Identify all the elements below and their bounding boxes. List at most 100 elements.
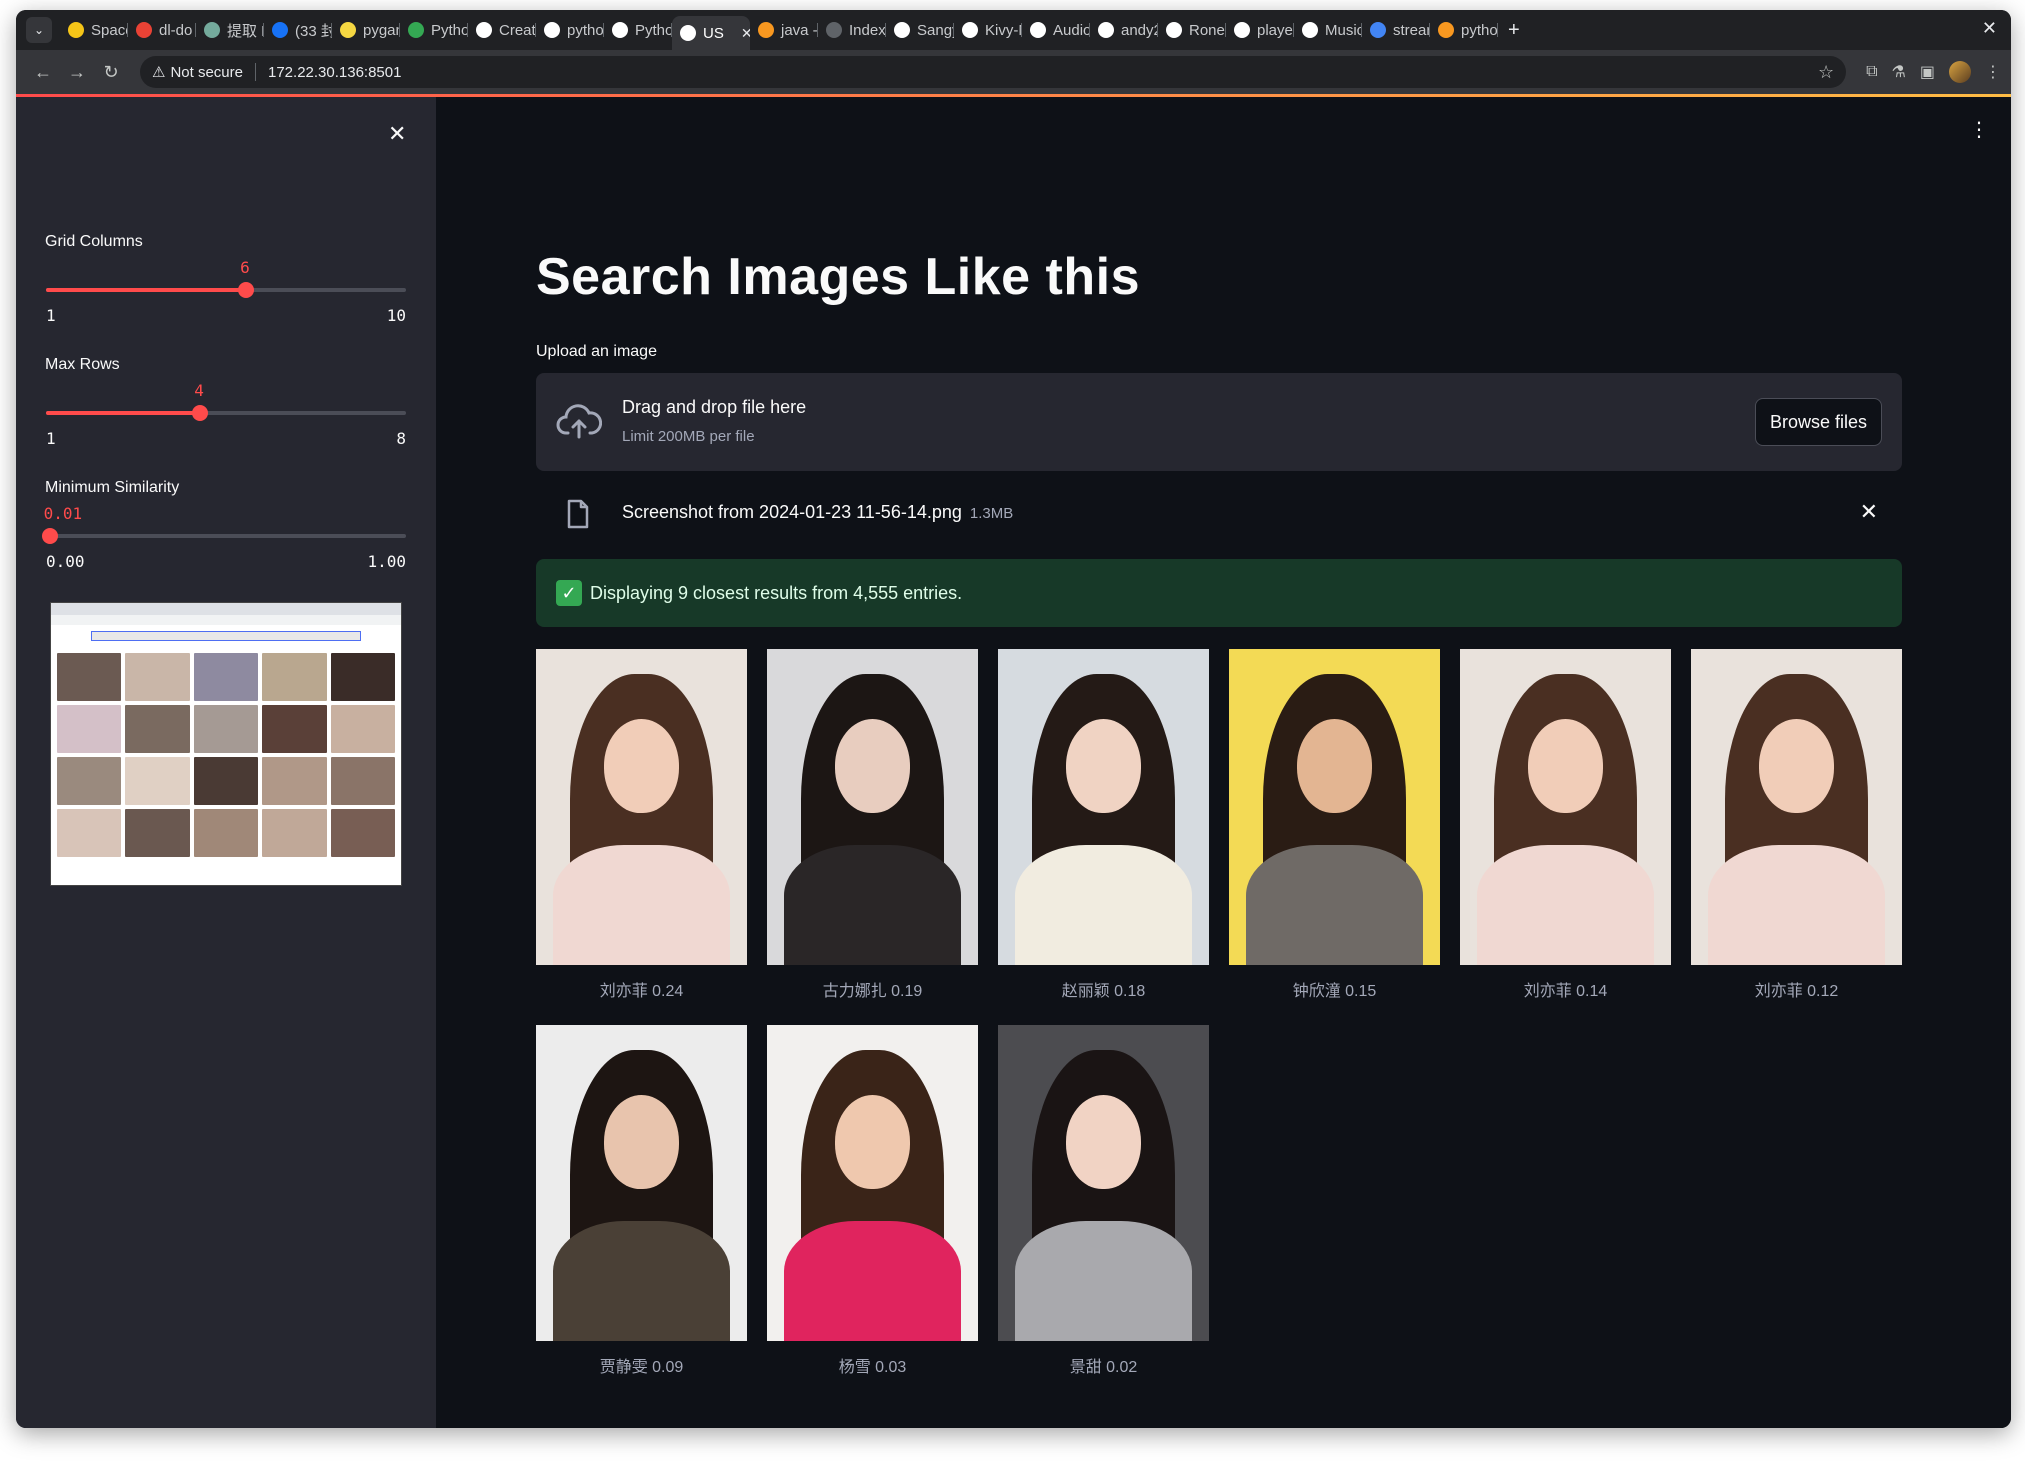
photo-body (1014, 1220, 1193, 1341)
browser-tab[interactable]: Sangy (886, 15, 954, 45)
slider-thumb[interactable] (41, 528, 58, 544)
app-menu-icon[interactable]: ⋮ (1969, 117, 1989, 142)
browser-tab[interactable]: pygan (332, 15, 400, 45)
window-close-icon[interactable]: ✕ (1982, 18, 1997, 39)
browser-tab[interactable]: strear (1362, 15, 1430, 45)
profile-avatar[interactable] (1949, 61, 1971, 83)
grid-columns-max: 10 (386, 306, 406, 325)
github-icon (962, 22, 978, 38)
forward-icon[interactable]: → (60, 55, 94, 89)
not-secure-chip[interactable]: ⚠ Not secure (152, 63, 256, 81)
slider-thumb[interactable] (238, 282, 255, 298)
tab-search-icon[interactable]: ⌄ (26, 17, 52, 43)
preview-thumbnail (125, 757, 190, 805)
min-similarity-slider[interactable]: 0.01 (41, 504, 406, 544)
back-icon[interactable]: ← (26, 55, 60, 89)
photo-face (1296, 718, 1373, 814)
preview-thumbnail (57, 757, 122, 805)
uploaded-file-row: Screenshot from 2024-01-23 11-56-14.png 1… (536, 489, 1902, 539)
tab-label: Audio (1053, 21, 1090, 39)
reload-icon[interactable]: ↻ (94, 55, 128, 89)
max-rows-slider[interactable]: 4 (46, 381, 406, 421)
extensions-icon[interactable]: ⧉ (1866, 63, 1877, 81)
browser-tab[interactable]: Space (60, 15, 128, 45)
blank-icon (826, 22, 842, 38)
java-icon (758, 22, 774, 38)
tab-label: pytho (567, 21, 604, 39)
browser-tab[interactable]: andy2 (1090, 15, 1158, 45)
github-icon (1098, 22, 1114, 38)
slider-thumb[interactable] (192, 405, 209, 421)
browser-tab[interactable]: Creat (468, 15, 536, 45)
file-dropzone[interactable]: Drag and drop file here Limit 200MB per … (536, 373, 1902, 471)
photo-body (1014, 844, 1193, 965)
browser-menu-icon[interactable]: ⋮ (1985, 62, 2001, 82)
browser-tab[interactable]: dl-do (128, 15, 196, 45)
preview-thumbnail (125, 705, 190, 753)
new-tab-icon[interactable]: + (1498, 19, 1530, 42)
photo-body (1476, 844, 1655, 965)
browser-tab[interactable]: Pytho (400, 15, 468, 45)
result-card: 古力娜扎 0.19 (767, 649, 978, 1001)
github-icon (612, 22, 628, 38)
remove-file-icon[interactable]: ✕ (1860, 499, 1878, 525)
browser-tab[interactable]: 提取 N (196, 15, 264, 45)
address-bar[interactable]: ⚠ Not secure 172.22.30.136:8501 ☆ (140, 56, 1847, 88)
preview-thumbnail (262, 653, 327, 701)
tab-label: (33 封 (295, 22, 332, 40)
tab-label: pygan (363, 21, 400, 39)
dropzone-instructions: Drag and drop file here (622, 397, 807, 417)
browser-tab[interactable]: pytho (536, 15, 604, 45)
preview-thumbnail (262, 809, 327, 857)
browser-tab[interactable]: player (1226, 15, 1294, 45)
hf-icon (68, 22, 84, 38)
toolbar-actions: ⧉ ⚗ ▣ ⋮ (1866, 61, 2001, 83)
tab-label: Kivy-N (985, 21, 1022, 39)
tab-label: Pytho (431, 21, 468, 39)
tab-label: Index (849, 21, 886, 39)
photo-face (603, 718, 680, 814)
bookmark-star-icon[interactable]: ☆ (1818, 62, 1834, 83)
preview-searchbox (91, 631, 361, 641)
google-icon (1370, 22, 1386, 38)
browser-tab[interactable]: Audio (1022, 15, 1090, 45)
tab-label: dl-do (159, 21, 193, 39)
photo-face (834, 1094, 911, 1190)
browser-tab[interactable]: java - (750, 15, 818, 45)
dots-icon (408, 22, 424, 38)
tab-close-icon[interactable]: ✕ (741, 25, 750, 42)
preview-thumbnail (193, 653, 259, 701)
side-panel-icon[interactable]: ▣ (1920, 62, 1935, 82)
browser-tab[interactable]: Kivy-N (954, 15, 1022, 45)
cloud-upload-icon (556, 404, 602, 439)
result-caption: 景甜 0.02 (1069, 1359, 1138, 1376)
result-card: 刘亦菲 0.12 (1691, 649, 1902, 1001)
tab-list: Space dl-do 提取 N (33 封 pygan Pytho Creat pytho P… (60, 10, 1498, 50)
result-photo (767, 1025, 978, 1341)
preview-thumbnail (57, 653, 122, 701)
browser-tab[interactable]: Ronel (1158, 15, 1226, 45)
browser-tab[interactable]: Pytho (604, 15, 672, 45)
result-card: 杨雪 0.03 (767, 1025, 978, 1377)
preview-thumbnail (330, 809, 395, 857)
browse-files-button[interactable]: Browse files (1754, 398, 1882, 446)
labs-icon[interactable]: ⚗ (1892, 62, 1906, 82)
sidebar-close-icon[interactable]: ✕ (388, 121, 406, 147)
max-rows-max: 8 (396, 429, 406, 448)
github-icon (1302, 22, 1318, 38)
browser-tab[interactable]: Index (818, 15, 886, 45)
result-card: 景甜 0.02 (998, 1025, 1209, 1377)
result-photo (1460, 649, 1671, 965)
success-alert: ✓ Displaying 9 closest results from 4,55… (536, 559, 1902, 627)
preview-thumbnail (330, 705, 395, 753)
browser-tab[interactable]: Music (1294, 15, 1362, 45)
browser-tab[interactable]: pytho (1430, 15, 1498, 45)
result-caption: 杨雪 0.03 (838, 1359, 907, 1376)
result-photo (1229, 649, 1440, 965)
browser-tab[interactable]: (33 封 (264, 15, 332, 45)
preview-tabbar (51, 603, 401, 615)
photo-body (783, 1220, 962, 1341)
grid-columns-slider[interactable]: 6 (46, 258, 406, 298)
browser-tab[interactable]: US ✕ (672, 16, 750, 50)
tab-label: pytho (1461, 21, 1498, 39)
